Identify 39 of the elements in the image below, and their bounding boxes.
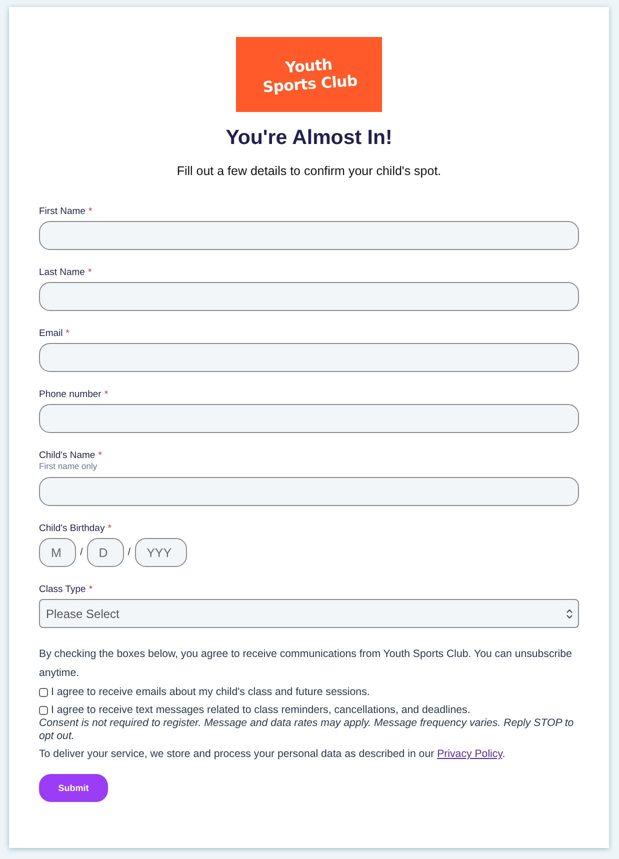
checkbox-label: I agree to receive text messages related to class reminders, cancellations, and deadlines. (51, 703, 470, 717)
field-label: Phone number (39, 389, 102, 401)
checkbox[interactable] (39, 688, 48, 696)
chevron-up-down-icon (566, 608, 573, 618)
required-mark: * (66, 328, 70, 340)
date-separator: / (80, 546, 83, 558)
text-input[interactable] (39, 282, 579, 311)
text-input[interactable] (39, 343, 579, 372)
date-separator: / (128, 546, 131, 558)
consent-note: Consent is not required to register. Message and data rates may apply. Message frequency varies. Reply STOP to opt out. (39, 717, 575, 743)
logo: Youth Sports Club (236, 37, 382, 112)
page-subtitle: Fill out a few details to confirm your child's spot. (176, 163, 442, 179)
consent-intro-text: By checking the boxes below, you agree to receive communications from Youth Sports Club. You can unsubscribe anytime. (39, 647, 573, 681)
text-input[interactable] (39, 404, 579, 433)
field-label: First Name (39, 206, 86, 218)
text-input[interactable] (39, 477, 579, 506)
field-label: Child's Birthday (39, 523, 105, 535)
privacy-policy-link[interactable]: Privacy Policy (437, 748, 502, 760)
date-part-input[interactable]: D (86, 538, 124, 567)
required-mark: * (98, 450, 102, 462)
date-part-input[interactable]: M (39, 538, 76, 567)
text-input[interactable] (39, 221, 579, 250)
required-mark: * (104, 389, 108, 401)
checkbox[interactable] (39, 706, 48, 714)
privacy-statement: To deliver your service, we store and process your personal data as described in our Privacy Policy. (39, 747, 506, 762)
field-label: Child's Name (39, 450, 96, 462)
required-mark: * (88, 584, 93, 596)
field-label: Class Type (39, 584, 86, 596)
field-hint: First name only (39, 461, 98, 471)
field-label: Email (39, 328, 63, 340)
checkbox-label: I agree to receive emails about my child's class and future sessions. (51, 685, 370, 700)
required-mark: * (88, 267, 92, 279)
page-title: You're Almost In! (224, 126, 394, 150)
class-type-select[interactable]: Please Select (39, 599, 579, 628)
field-label: Last Name (39, 267, 85, 279)
date-part-input[interactable]: YYY (134, 538, 187, 567)
submit-button[interactable]: Submit (39, 774, 108, 802)
required-mark: * (88, 206, 92, 218)
required-mark: * (108, 523, 112, 535)
